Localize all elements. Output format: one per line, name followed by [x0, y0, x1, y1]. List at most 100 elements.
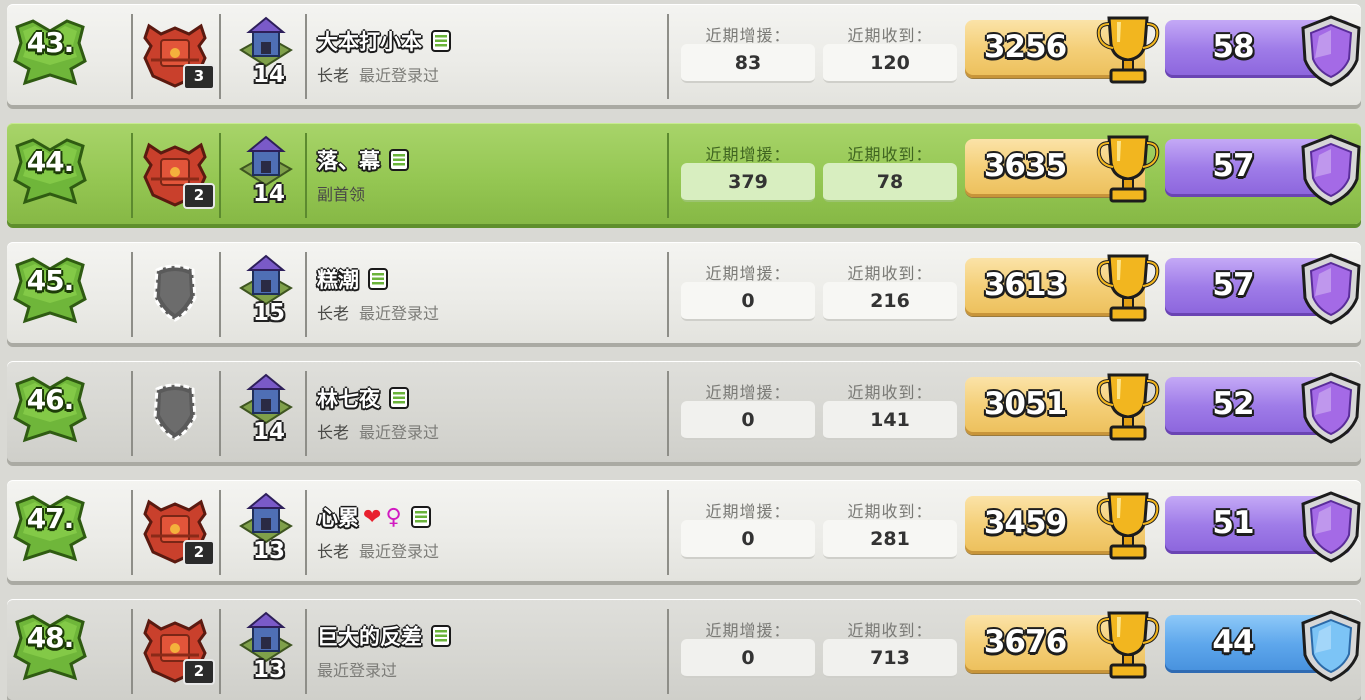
player-name[interactable]: 巨大的反差: [317, 621, 422, 651]
divider: [131, 252, 133, 337]
divider: [219, 252, 221, 337]
trophy-icon: [1096, 611, 1160, 679]
divider: [667, 14, 669, 99]
league-level: 51: [1212, 505, 1254, 541]
divider: [667, 609, 669, 694]
received-value: 141: [823, 401, 957, 440]
divider: [667, 371, 669, 456]
player-name-line[interactable]: 大本打小本: [317, 26, 452, 56]
player-name-line[interactable]: 糕潮: [317, 264, 389, 294]
clan-member-list: 43. 3 14 大本打小本 长老 最近登录过 近期增援： 83 近期收到： 1…: [0, 0, 1365, 700]
member-row-45[interactable]: 45. 15 糕潮 长老 最近登录过 近期增援： 0 近期收到： 216 361…: [7, 242, 1361, 343]
clan-war-league-level: 2: [183, 659, 215, 685]
last-seen: 最近登录过: [359, 542, 440, 561]
divider: [219, 133, 221, 218]
donations-label: 近期增援：: [705, 26, 791, 45]
donations-label: 近期增援：: [705, 502, 791, 521]
donations-value: 0: [681, 639, 815, 678]
divider: [305, 133, 307, 218]
divider: [305, 252, 307, 337]
member-role: 长老: [317, 423, 350, 442]
member-role: 副首领: [317, 185, 366, 204]
last-seen: 最近登录过: [317, 661, 398, 680]
player-note-icon[interactable]: [388, 387, 410, 409]
received-value: 78: [823, 163, 957, 202]
player-name[interactable]: 大本打小本: [317, 26, 422, 56]
member-role: 长老: [317, 304, 350, 323]
divider: [219, 609, 221, 694]
donations-value: 83: [681, 44, 815, 83]
divider: [305, 609, 307, 694]
rank-number: 43.: [26, 26, 75, 59]
member-role-line: 最近登录过: [317, 657, 397, 681]
rank-number: 44.: [26, 145, 75, 178]
divider: [667, 133, 669, 218]
divider: [131, 490, 133, 575]
town-hall-level: 14: [252, 62, 285, 88]
divider: [667, 490, 669, 575]
league-gem-icon: [1301, 253, 1361, 325]
rank-number: 47.: [26, 502, 75, 535]
received-label: 近期收到：: [847, 264, 933, 283]
divider: [131, 371, 133, 456]
empty-shield-icon: [153, 264, 197, 322]
donations-value: 0: [681, 282, 815, 321]
member-row-47[interactable]: 47. 2 13 心累 ❤ ♀ 长老 最近登录过 近期增援： 0 近期收到： 2…: [7, 480, 1361, 581]
female-sign-icon: ♀: [385, 504, 402, 530]
player-note-icon[interactable]: [388, 149, 410, 171]
clan-war-league-level: 3: [183, 64, 215, 90]
trophy-count: 3051: [983, 386, 1067, 422]
town-hall-level: 15: [252, 300, 285, 326]
player-name-line[interactable]: 林七夜: [317, 383, 410, 413]
player-name-line[interactable]: 巨大的反差: [317, 621, 452, 651]
league-gem-icon: [1301, 610, 1361, 682]
league-gem-icon: [1301, 15, 1361, 87]
player-name[interactable]: 糕潮: [317, 264, 359, 294]
player-name-line[interactable]: 心累 ❤ ♀: [317, 502, 432, 532]
trophy-icon: [1096, 16, 1160, 84]
received-label: 近期收到：: [847, 26, 933, 45]
divider: [305, 371, 307, 456]
donations-label: 近期增援：: [705, 145, 791, 164]
trophy-count: 3459: [983, 505, 1067, 541]
town-hall-level: 13: [252, 657, 285, 683]
member-row-48[interactable]: 48. 2 13 巨大的反差 最近登录过 近期增援： 0 近期收到： 713 3…: [7, 599, 1361, 700]
received-value: 120: [823, 44, 957, 83]
trophy-icon: [1096, 492, 1160, 560]
town-hall-level: 14: [252, 419, 285, 445]
received-value: 713: [823, 639, 957, 678]
rank-number: 46.: [26, 383, 75, 416]
donations-value: 379: [681, 163, 815, 202]
last-seen: 最近登录过: [359, 66, 440, 85]
league-level: 57: [1212, 267, 1254, 303]
donations-label: 近期增援：: [705, 621, 791, 640]
player-name[interactable]: 心累: [317, 502, 359, 532]
clan-war-league-level: 2: [183, 540, 215, 566]
league-gem-icon: [1301, 134, 1361, 206]
received-label: 近期收到：: [847, 502, 933, 521]
clan-war-league-level: 2: [183, 183, 215, 209]
league-gem-icon: [1301, 491, 1361, 563]
player-note-icon[interactable]: [410, 506, 432, 528]
trophy-icon: [1096, 373, 1160, 441]
member-row-46[interactable]: 46. 14 林七夜 长老 最近登录过 近期增援： 0 近期收到： 141 30…: [7, 361, 1361, 462]
heart-icon: ❤: [363, 504, 382, 530]
divider: [667, 252, 669, 337]
player-name-line[interactable]: 落、幕: [317, 145, 410, 175]
member-row-43[interactable]: 43. 3 14 大本打小本 长老 最近登录过 近期增援： 83 近期收到： 1…: [7, 4, 1361, 105]
member-row-44[interactable]: 44. 2 14 落、幕 副首领 近期增援： 379 近期收到： 78 3635…: [7, 123, 1361, 224]
player-name[interactable]: 林七夜: [317, 383, 380, 413]
player-note-icon[interactable]: [367, 268, 389, 290]
rank-number: 48.: [26, 621, 75, 654]
divider: [219, 490, 221, 575]
player-note-icon[interactable]: [430, 625, 452, 647]
player-note-icon[interactable]: [430, 30, 452, 52]
town-hall-level: 13: [252, 538, 285, 564]
received-label: 近期收到：: [847, 145, 933, 164]
member-role: 长老: [317, 66, 350, 85]
received-label: 近期收到：: [847, 383, 933, 402]
divider: [305, 14, 307, 99]
player-name[interactable]: 落、幕: [317, 145, 380, 175]
last-seen: 最近登录过: [359, 423, 440, 442]
received-value: 281: [823, 520, 957, 559]
